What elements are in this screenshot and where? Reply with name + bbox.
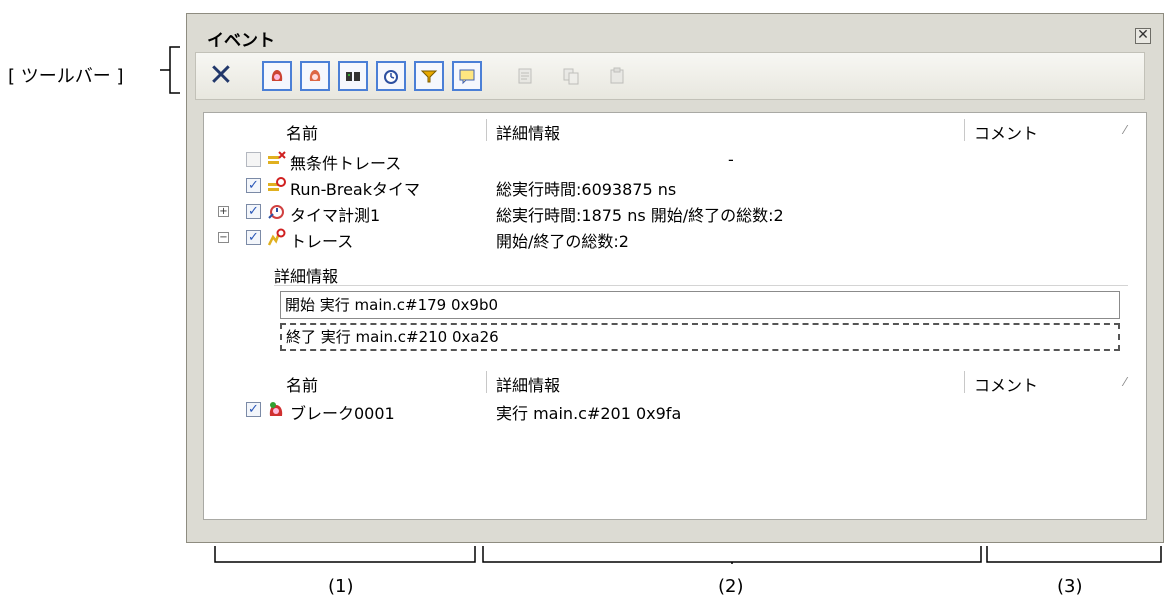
column-header-name[interactable]: 名前 [286, 120, 318, 144]
event-row-trace[interactable]: − ✓ トレース 開始/終了の総数:2 [204, 227, 1146, 251]
trace-detail-header: 詳細情報 [274, 267, 339, 286]
run-break-timer-icon [266, 176, 286, 196]
event-name: トレース [290, 232, 354, 251]
panel-title: イベント [207, 31, 275, 51]
edit-condition-icon[interactable] [510, 61, 540, 91]
column-header-name[interactable]: 名前 [286, 372, 318, 396]
event-list: 名前 詳細情報 コメント ⁄ ✓ 無条件トレース - ✓ Run-Breakタイ… [203, 112, 1147, 520]
close-button[interactable]: ✕ [1135, 28, 1151, 44]
software-break-icon[interactable] [300, 61, 330, 91]
event-name: タイマ計測1 [290, 206, 381, 225]
filter-icon[interactable] [414, 61, 444, 91]
event-enable-checkbox[interactable]: ✓ [246, 152, 261, 167]
event-detail: 総実行時間:6093875 ns [496, 180, 677, 199]
column-header-detail[interactable]: 詳細情報 [496, 372, 560, 396]
event-enable-checkbox[interactable]: ✓ [246, 178, 261, 193]
event-row-unconditional-trace[interactable]: ✓ 無条件トレース - [204, 149, 1146, 173]
tree-expand-toggle[interactable]: + [218, 206, 229, 217]
event-name: Run-Breakタイマ [290, 180, 421, 199]
column-resize-handle[interactable]: ⁄ [1124, 123, 1126, 137]
column-range-bracket-3 [986, 546, 1162, 563]
delete-icon[interactable]: ✕ [204, 59, 238, 93]
event-name: ブレーク0001 [290, 404, 395, 423]
event-detail: 実行 main.c#201 0x9fa [496, 404, 682, 423]
timer-icon[interactable] [376, 61, 406, 91]
event-name: 無条件トレース [290, 154, 402, 173]
column-resize-handle[interactable]: ⁄ [1124, 375, 1126, 389]
column-label-1: (1) [328, 576, 354, 597]
break-list-header: 名前 詳細情報 コメント ⁄ [204, 369, 1146, 397]
column-range-bracket-1 [214, 546, 476, 563]
event-enable-checkbox[interactable]: ✓ [246, 402, 261, 417]
copy-icon[interactable] [556, 61, 586, 91]
column-label-2: (2) [718, 576, 744, 597]
event-detail: - [728, 150, 734, 169]
column-header-comment[interactable]: コメント [974, 372, 1038, 396]
hardware-break-icon[interactable] [262, 61, 292, 91]
comment-icon[interactable] [452, 61, 482, 91]
unconditional-trace-icon [266, 150, 286, 170]
break-event-icon [266, 400, 286, 420]
toolbar-callout-label: [ ツールバー ] [8, 66, 124, 87]
list-header: 名前 詳細情報 コメント ⁄ [204, 117, 1146, 145]
event-enable-checkbox[interactable]: ✓ [246, 204, 261, 219]
event-detail: 開始/終了の総数:2 [496, 232, 629, 251]
toolbar: ✕ [195, 52, 1145, 100]
column-header-detail[interactable]: 詳細情報 [496, 120, 560, 144]
column-label-3: (3) [1057, 576, 1083, 597]
event-row-break[interactable]: ✓ ブレーク0001 実行 main.c#201 0x9fa [204, 399, 1146, 423]
trace-icon[interactable] [338, 61, 368, 91]
trace-event-icon [266, 228, 286, 248]
tree-collapse-toggle[interactable]: − [218, 232, 229, 243]
column-header-comment[interactable]: コメント [974, 120, 1038, 144]
event-row-run-break-timer[interactable]: ✓ Run-Breakタイマ 総実行時間:6093875 ns [204, 175, 1146, 199]
timer-measure-icon [266, 202, 286, 222]
toolbar-callout-bracket [160, 46, 180, 94]
event-enable-checkbox[interactable]: ✓ [246, 230, 261, 245]
paste-icon[interactable] [602, 61, 632, 91]
column-range-bracket-2 [482, 546, 982, 564]
event-detail: 総実行時間:1875 ns 開始/終了の総数:2 [496, 206, 784, 225]
trace-start-condition[interactable]: 開始 実行 main.c#179 0x9b0 [280, 291, 1120, 319]
trace-end-condition[interactable]: 終了 実行 main.c#210 0xa26 [280, 323, 1120, 351]
event-panel: イベント ✕ ✕ 名前 詳細情報 コメント ⁄ 無条件トレース - ✓ Run-… [186, 13, 1164, 543]
event-row-timer-measure[interactable]: + ✓ タイマ計測1 総実行時間:1875 ns 開始/終了の総数:2 [204, 201, 1146, 225]
